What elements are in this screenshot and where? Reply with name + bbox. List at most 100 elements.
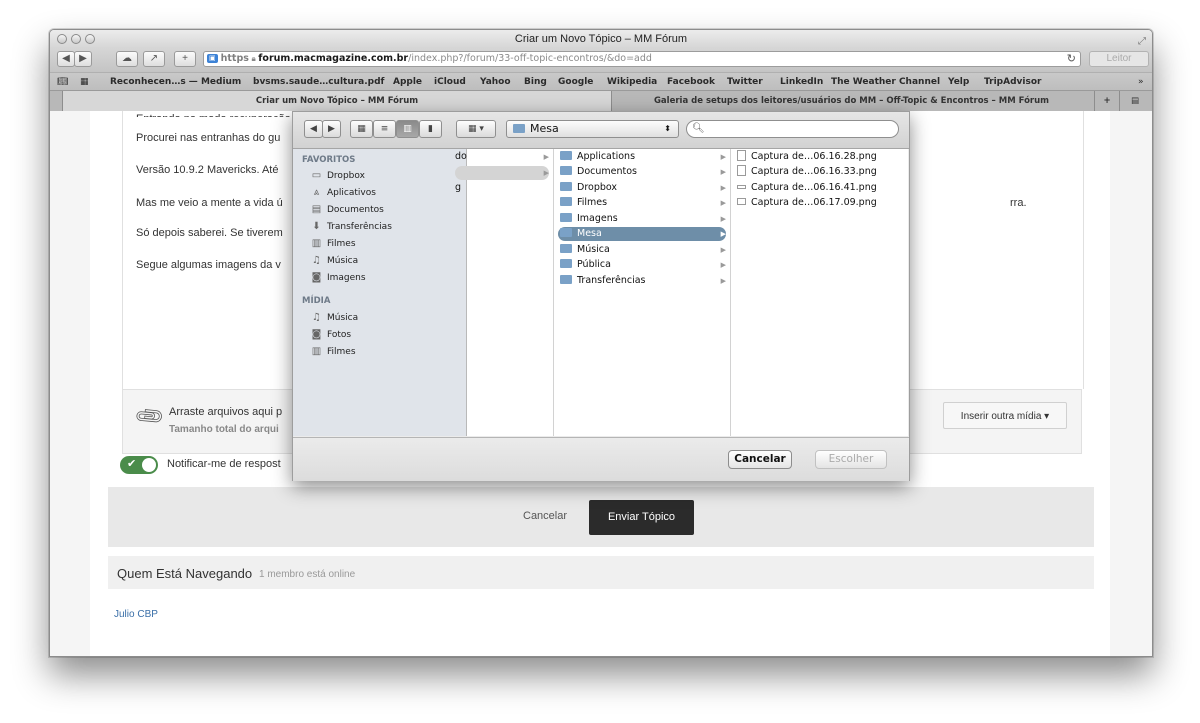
sidebar-item-label: Documentos bbox=[327, 205, 384, 215]
bookmark-item[interactable]: Reconhecen…s — Medium bbox=[110, 73, 241, 91]
sidebar-item-media-movies[interactable]: ▥ Filmes bbox=[310, 345, 356, 359]
address-bar[interactable]: ▣ https 🔒︎ forum.macmagazine.com.br/index… bbox=[203, 51, 1081, 67]
bookmark-item[interactable]: bvsms.saude…cultura.pdf bbox=[253, 73, 384, 91]
bookmark-item[interactable]: LinkedIn bbox=[780, 73, 823, 91]
bookmark-item[interactable]: Yelp bbox=[948, 73, 969, 91]
browser-column-files[interactable]: Captura de…06.16.28.png Captura de…06.16… bbox=[731, 149, 908, 436]
view-list-button[interactable]: ≡ bbox=[373, 120, 396, 138]
file-row[interactable]: Captura de…06.16.41.png bbox=[735, 181, 904, 195]
file-row[interactable]: Captura de…06.16.28.png bbox=[735, 150, 904, 164]
zoom-button[interactable] bbox=[85, 34, 95, 44]
folder-row[interactable]: Pública ▶ bbox=[558, 258, 726, 272]
forward-icon: ▶ bbox=[79, 53, 87, 64]
share-button[interactable]: ↗ bbox=[143, 51, 165, 67]
folder-row-selected[interactable]: Mesa ▶ bbox=[558, 227, 726, 241]
sidebar-item-movies[interactable]: ▥ Filmes bbox=[310, 237, 356, 251]
music-icon: ♫ bbox=[312, 312, 321, 323]
bookmark-item[interactable]: Wikipedia bbox=[607, 73, 657, 91]
editor-paragraph: Só depois saberei. Se tiverem bbox=[136, 227, 283, 239]
folder-row[interactable]: Imagens ▶ bbox=[558, 212, 726, 226]
sidebar-item-dropbox[interactable]: ▭ Dropbox bbox=[310, 169, 365, 183]
sidebar-item-photos[interactable]: ◙ Fotos bbox=[310, 328, 351, 342]
bookmark-item[interactable]: The Weather Channel bbox=[831, 73, 940, 91]
file-row[interactable]: Captura de…06.16.33.png bbox=[735, 165, 904, 179]
arrange-button[interactable]: ▦ ▾ bbox=[456, 120, 496, 138]
search-icon: 🔍︎ bbox=[692, 123, 705, 134]
sidebar-item-media-music[interactable]: ♫ Música bbox=[310, 311, 358, 325]
minimize-button[interactable] bbox=[71, 34, 81, 44]
folder-row[interactable]: Dropbox ▶ bbox=[558, 181, 726, 195]
bookmark-item[interactable]: Bing bbox=[524, 73, 547, 91]
tab-new-topic[interactable]: Criar um Novo Tópico – MM Fórum bbox=[62, 91, 612, 111]
dialog-search-field[interactable]: 🔍︎ bbox=[686, 120, 899, 138]
folder-label: Applications bbox=[577, 151, 636, 162]
top-sites-icon[interactable]: ▦ bbox=[80, 73, 89, 91]
dialog-sidebar: FAVORITOS ▭ Dropbox ⩓ Aplicativos ▤ Documen… bbox=[293, 149, 467, 436]
reload-icon[interactable]: ↻ bbox=[1067, 52, 1076, 66]
dialog-forward-button[interactable]: ▶ bbox=[322, 120, 341, 138]
view-icons-button[interactable]: ▦ bbox=[350, 120, 373, 138]
dialog-choose-button[interactable]: Escolher bbox=[815, 450, 887, 469]
bookmark-item[interactable]: Yahoo bbox=[480, 73, 511, 91]
bookmark-item[interactable]: iCloud bbox=[434, 73, 466, 91]
overflow-chevron-icon[interactable]: » bbox=[1138, 73, 1144, 91]
new-tab-button[interactable]: + bbox=[174, 51, 196, 67]
folder-row[interactable]: Transferências ▶ bbox=[558, 274, 726, 288]
sidebar-item-applications[interactable]: ⩓ Aplicativos bbox=[310, 186, 376, 200]
folder-label: Filmes bbox=[577, 197, 608, 208]
browser-column-1[interactable]: do ▶ ▶ g bbox=[455, 149, 554, 436]
column-row[interactable]: do ▶ bbox=[455, 150, 549, 164]
tab-bar: Criar um Novo Tópico – MM Fórum Galeria … bbox=[50, 90, 1152, 112]
cancel-link[interactable]: Cancelar bbox=[523, 510, 567, 522]
reading-list-icon[interactable]: 📖︎ bbox=[57, 73, 68, 91]
dialog-back-button[interactable]: ◀ bbox=[304, 120, 323, 138]
window-title: Criar um Novo Tópico – MM Fórum bbox=[514, 33, 688, 45]
notify-label: Notificar-me de respost bbox=[167, 458, 281, 470]
list-view-icon: ≡ bbox=[380, 124, 389, 134]
folder-row[interactable]: Applications ▶ bbox=[558, 150, 726, 164]
new-tab-plus-button[interactable]: + bbox=[1094, 91, 1120, 111]
close-button[interactable] bbox=[57, 34, 67, 44]
folder-row[interactable]: Música ▶ bbox=[558, 243, 726, 257]
submit-bar: Cancelar Enviar Tópico bbox=[108, 487, 1094, 547]
submit-topic-button[interactable]: Enviar Tópico bbox=[589, 500, 694, 535]
reader-button[interactable]: Leitor bbox=[1089, 51, 1149, 67]
back-button[interactable]: ◀ bbox=[57, 51, 75, 67]
sidebar-item-pictures[interactable]: ◙ Imagens bbox=[310, 271, 366, 285]
lock-badge-icon: ▣ bbox=[207, 54, 218, 63]
sidebar-item-label: Imagens bbox=[327, 273, 366, 283]
film-icon: ▥ bbox=[311, 346, 322, 357]
folder-label: Documentos bbox=[577, 166, 637, 177]
bookmark-item[interactable]: Apple bbox=[393, 73, 422, 91]
notify-toggle[interactable]: ✔ bbox=[120, 456, 158, 474]
online-user-link[interactable]: Julio CBP bbox=[114, 609, 158, 620]
film-icon: ▥ bbox=[311, 238, 322, 249]
tab-gallery[interactable]: Galeria de setups dos leitores/usuários … bbox=[611, 91, 1092, 111]
browser-column-folders[interactable]: Applications ▶ Documentos ▶ Dropbox ▶ Filme… bbox=[554, 149, 731, 436]
attach-drop-text: Arraste arquivos aqui p bbox=[169, 406, 283, 418]
file-row[interactable]: Captura de…06.17.09.png bbox=[735, 196, 904, 210]
insert-media-button[interactable]: Inserir outra mídia ▾ bbox=[943, 402, 1067, 429]
bookmark-item[interactable]: Google bbox=[558, 73, 593, 91]
column-row[interactable]: g bbox=[455, 181, 549, 195]
view-columns-button[interactable]: ▥ bbox=[396, 120, 419, 138]
bookmark-item[interactable]: Twitter bbox=[727, 73, 763, 91]
sidebar-item-label: Fotos bbox=[327, 330, 352, 340]
disclosure-arrow-icon: ▶ bbox=[720, 153, 726, 161]
sidebar-item-documents[interactable]: ▤ Documentos bbox=[310, 203, 384, 217]
folder-row[interactable]: Filmes ▶ bbox=[558, 196, 726, 210]
tab-overview-button[interactable]: ▤ bbox=[1124, 91, 1146, 111]
dialog-cancel-button[interactable]: Cancelar bbox=[728, 450, 792, 469]
bookmark-item[interactable]: Facebook bbox=[667, 73, 715, 91]
icloud-tabs-button[interactable]: ☁ bbox=[116, 51, 138, 67]
sidebar-item-music[interactable]: ♫ Música bbox=[310, 254, 358, 268]
forward-button[interactable]: ▶ bbox=[74, 51, 92, 67]
bookmark-item[interactable]: TripAdvisor bbox=[984, 73, 1041, 91]
view-coverflow-button[interactable]: ▮ bbox=[419, 120, 442, 138]
location-popup[interactable]: Mesa ⬍ bbox=[506, 120, 679, 138]
who-is-browsing-title: Quem Está Navegando bbox=[117, 566, 253, 581]
file-label: Captura de…06.16.41.png bbox=[751, 182, 877, 193]
folder-row[interactable]: Documentos ▶ bbox=[558, 165, 726, 179]
sidebar-item-downloads[interactable]: ⬇ Transferências bbox=[310, 220, 392, 234]
column-row-selected[interactable]: ▶ bbox=[455, 166, 549, 180]
